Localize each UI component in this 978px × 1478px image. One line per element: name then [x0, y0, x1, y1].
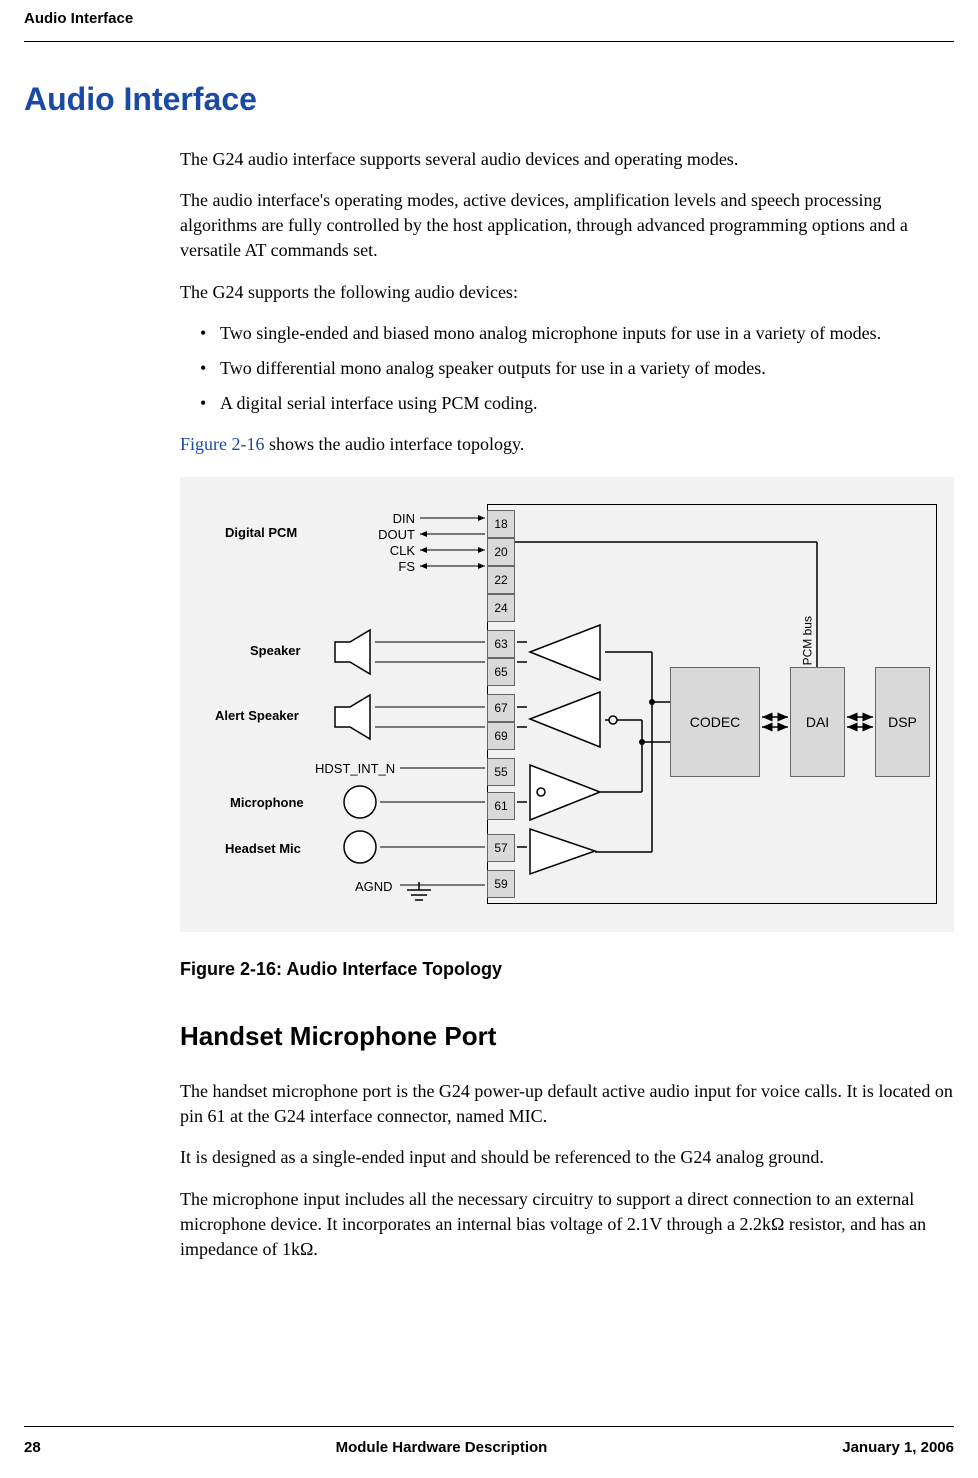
list-item: A digital serial interface using PCM cod…: [200, 391, 954, 416]
body-paragraph: The audio interface's operating modes, a…: [180, 188, 954, 264]
label-fs: FS: [375, 558, 415, 576]
chip-dai: DAI: [790, 667, 845, 777]
pin-67: 67: [487, 694, 515, 722]
footer-date: January 1, 2006: [842, 1437, 954, 1458]
pin-55: 55: [487, 758, 515, 786]
page-footer: 28 Module Hardware Description January 1…: [24, 1426, 954, 1458]
label-hdst-int-n: HDST_INT_N: [315, 760, 395, 778]
body-paragraph: The handset microphone port is the G24 p…: [180, 1079, 954, 1129]
audio-topology-diagram: 18 20 22 24 63 65 67 69 55 61 57 59 Digi…: [200, 502, 940, 907]
pin-65: 65: [487, 658, 515, 686]
section-title: Audio Interface: [24, 77, 954, 122]
bullet-list: Two single-ended and biased mono analog …: [200, 321, 954, 417]
list-item: Two differential mono analog speaker out…: [200, 356, 954, 381]
body-paragraph: It is designed as a single-ended input a…: [180, 1145, 954, 1170]
pin-63: 63: [487, 630, 515, 658]
label-alert-speaker: Alert Speaker: [215, 707, 299, 725]
label-microphone: Microphone: [230, 794, 304, 812]
label-digital-pcm: Digital PCM: [225, 524, 297, 542]
pin-24: 24: [487, 594, 515, 622]
pin-69: 69: [487, 722, 515, 750]
pin-22: 22: [487, 566, 515, 594]
label-headset-mic: Headset Mic: [225, 840, 301, 858]
amp-microphone: [525, 760, 605, 825]
label-pcm-bus: PCM bus: [800, 617, 817, 666]
amp-headset-mic: [525, 824, 605, 879]
page-number: 28: [24, 1437, 41, 1458]
body-paragraph: Figure 2-16 shows the audio interface to…: [180, 432, 954, 457]
label-speaker: Speaker: [250, 642, 301, 660]
speaker-icon: [330, 627, 385, 677]
body-paragraph: The G24 audio interface supports several…: [180, 147, 954, 172]
figure-reference: Figure 2-16: [180, 434, 265, 454]
pin-57: 57: [487, 834, 515, 862]
figure-caption: Figure 2-16: Audio Interface Topology: [180, 957, 954, 982]
headset-mic-icon: [340, 827, 380, 867]
header-rule: [24, 41, 954, 42]
subsection-title: Handset Microphone Port: [180, 1018, 954, 1054]
body-paragraph: The G24 supports the following audio dev…: [180, 280, 954, 305]
body-text-span: shows the audio interface topology.: [265, 434, 525, 454]
label-agnd: AGND: [355, 878, 393, 896]
pin-20: 20: [487, 538, 515, 566]
microphone-icon: [340, 782, 380, 822]
pin-61: 61: [487, 792, 515, 820]
amp-speaker: [525, 620, 605, 685]
figure-container: 18 20 22 24 63 65 67 69 55 61 57 59 Digi…: [180, 477, 954, 932]
running-head: Audio Interface: [0, 0, 978, 37]
footer-rule: [24, 1426, 954, 1427]
pin-18: 18: [487, 510, 515, 538]
chip-dsp: DSP: [875, 667, 930, 777]
pin-59: 59: [487, 870, 515, 898]
amp-alert-speaker: [525, 687, 605, 752]
footer-title: Module Hardware Description: [41, 1437, 843, 1458]
ground-icon: [405, 882, 435, 907]
chip-codec: CODEC: [670, 667, 760, 777]
alert-speaker-icon: [330, 692, 385, 742]
list-item: Two single-ended and biased mono analog …: [200, 321, 954, 346]
body-paragraph: The microphone input includes all the ne…: [180, 1187, 954, 1263]
